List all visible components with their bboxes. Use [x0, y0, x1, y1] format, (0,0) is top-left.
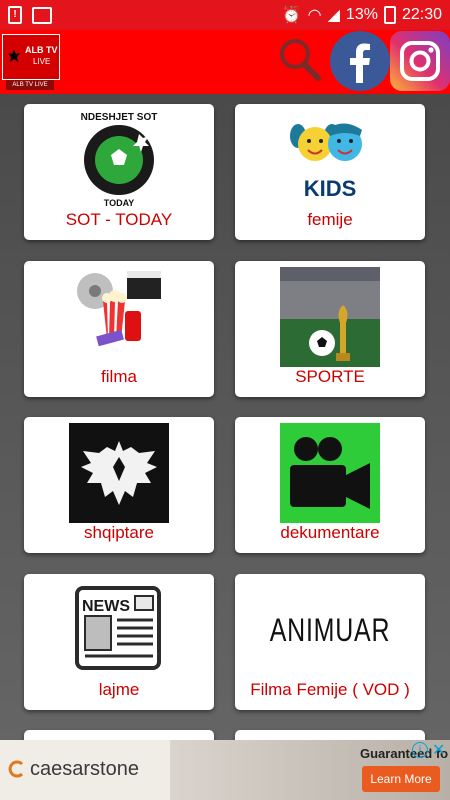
brand-swirl-icon: [8, 760, 24, 778]
signal-icon: ◢: [327, 7, 340, 24]
image-icon: [32, 6, 52, 24]
alert-icon: !: [8, 6, 22, 24]
instagram-icon[interactable]: [390, 31, 450, 91]
app-logo[interactable]: ALB TV LIVE: [2, 34, 60, 80]
category-label: Filma Femije ( VOD ): [250, 680, 410, 699]
app-header: ALB TV LIVE ALB TV LIVE: [0, 30, 450, 94]
ad-close-icon[interactable]: ✕: [432, 740, 445, 760]
kids-faces-icon: [290, 123, 362, 161]
category-card-movies[interactable]: filma: [24, 261, 214, 397]
category-card-partial-right[interactable]: [235, 730, 425, 740]
category-grid: NDESHJET SOT TODAY SOT - TODAY KIDS femi…: [0, 94, 450, 740]
category-label: lajme: [98, 680, 140, 699]
category-label: dekumentare: [280, 523, 380, 542]
today-art-top: NDESHJET SOT: [80, 112, 158, 123]
battery-percent: 13%: [345, 6, 378, 23]
clock: 22:30: [401, 6, 442, 23]
logo-caption: ALB TV LIVE: [6, 80, 54, 90]
logo-subtitle: LIVE: [33, 57, 51, 66]
soccer-ball-icon: [84, 125, 154, 195]
category-label: SOT - TODAY: [65, 210, 173, 229]
stadium-trophy-icon: [280, 267, 380, 367]
logo-title: ALB TV: [25, 45, 58, 55]
category-card-today[interactable]: NDESHJET SOT TODAY SOT - TODAY: [24, 104, 214, 240]
category-card-partial-left[interactable]: [24, 730, 214, 740]
ad-banner[interactable]: caesarstone Guaranteed fo i ✕ Learn More: [0, 740, 450, 800]
category-label: femije: [307, 210, 353, 229]
wifi-icon: ◠: [307, 7, 322, 24]
category-card-news[interactable]: NEWS lajme: [24, 574, 214, 710]
news-art-text: NEWS: [82, 598, 130, 615]
category-label: filma: [101, 367, 137, 386]
status-bar: ! ⏰ ◠ ◢ 13% 22:30: [0, 0, 450, 30]
category-label: SPORTE: [295, 367, 365, 386]
cinema-icon: [77, 271, 161, 347]
today-art-bottom: TODAY: [103, 198, 135, 208]
movie-camera-icon: [280, 423, 380, 523]
category-label: shqiptare: [84, 523, 154, 542]
category-card-albanian[interactable]: shqiptare: [24, 417, 214, 553]
category-card-sports[interactable]: SPORTE: [235, 261, 425, 397]
alarm-icon: ⏰: [281, 7, 302, 24]
category-card-documentary[interactable]: dekumentare: [235, 417, 425, 553]
ad-info-icon[interactable]: i: [412, 742, 428, 758]
cartoons-art-text: ANIMUAR: [269, 612, 391, 648]
eagle-icon: [8, 50, 20, 62]
ad-cta-button[interactable]: Learn More: [362, 766, 440, 792]
eagle-emblem-icon: [69, 423, 169, 523]
ad-brand: caesarstone: [30, 758, 139, 780]
battery-icon: [383, 6, 396, 24]
category-card-kids[interactable]: KIDS femije: [235, 104, 425, 240]
facebook-icon[interactable]: [330, 31, 390, 91]
search-icon[interactable]: [277, 36, 323, 82]
kids-art-text: KIDS: [303, 176, 357, 201]
category-card-cartoons[interactable]: ANIMUAR Filma Femije ( VOD ): [235, 574, 425, 710]
